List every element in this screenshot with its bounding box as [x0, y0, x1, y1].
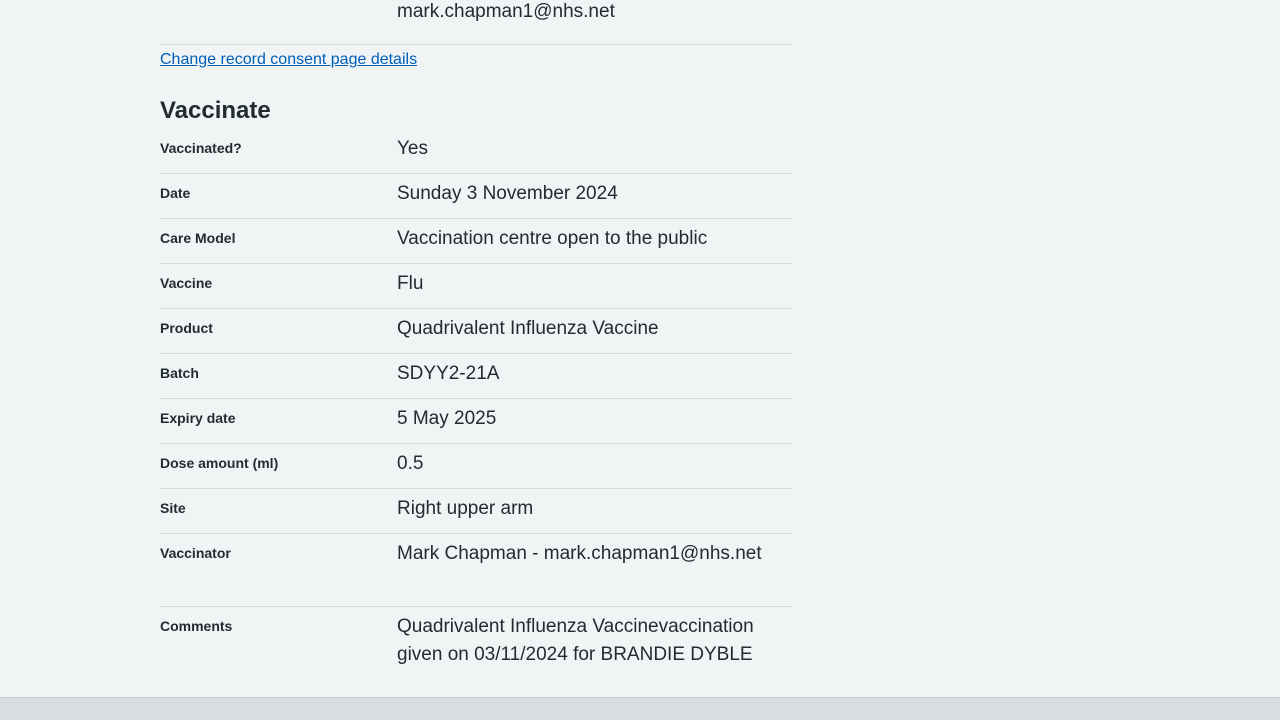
summary-value: Mark Chapman - mark.chapman1@nhs.net: [397, 543, 762, 564]
section-heading-vaccinate: Vaccinate: [160, 97, 271, 124]
summary-key: Comments: [160, 618, 233, 634]
summary-key: Expiry date: [160, 410, 236, 426]
summary-value: Yes: [397, 138, 428, 159]
summary-value: Quadrivalent Influenza Vaccinevaccinatio…: [397, 616, 754, 665]
summary-row-vaccine: Vaccine Flu: [160, 264, 792, 309]
summary-key: Batch: [160, 365, 199, 381]
summary-value: Flu: [397, 273, 424, 294]
summary-key: Dose amount (ml): [160, 455, 279, 471]
vaccinate-summary-list: Vaccinated? Yes Date Sunday 3 November 2…: [160, 129, 792, 708]
summary-row-batch: Batch SDYY2-21A: [160, 354, 792, 399]
summary-value: Quadrivalent Influenza Vaccine: [397, 318, 659, 339]
change-record-consent-link[interactable]: Change record consent page details: [160, 51, 417, 69]
bottom-bar: [0, 697, 1280, 720]
summary-value: 0.5: [397, 453, 424, 474]
summary-row-vaccinated: Vaccinated? Yes: [160, 129, 792, 174]
summary-value: SDYY2-21A: [397, 363, 500, 384]
summary-value: Right upper arm: [397, 498, 534, 519]
summary-row-site: Site Right upper arm: [160, 489, 792, 534]
summary-row-dose-amount: Dose amount (ml) 0.5: [160, 444, 792, 489]
summary-row-product: Product Quadrivalent Influenza Vaccine: [160, 309, 792, 354]
previous-summary-row: Mark Chapman - mark.chapman1@nhs.net: [160, 0, 792, 45]
previous-vaccinator-value: Mark Chapman - mark.chapman1@nhs.net: [397, 1, 615, 22]
summary-row-vaccinator: Vaccinator Mark Chapman - mark.chapman1@…: [160, 534, 792, 607]
summary-row-date: Date Sunday 3 November 2024: [160, 174, 792, 219]
summary-key: Product: [160, 320, 213, 336]
summary-row-care-model: Care Model Vaccination centre open to th…: [160, 219, 792, 264]
summary-row-expiry-date: Expiry date 5 May 2025: [160, 399, 792, 444]
summary-value: Vaccination centre open to the public: [397, 228, 708, 249]
summary-value: Sunday 3 November 2024: [397, 183, 618, 204]
summary-key: Date: [160, 185, 191, 201]
summary-key: Care Model: [160, 230, 236, 246]
summary-value: 5 May 2025: [397, 408, 497, 429]
summary-key: Vaccinated?: [160, 140, 242, 156]
summary-row-comments: Comments Quadrivalent Influenza Vaccinev…: [160, 607, 792, 708]
summary-key: Vaccine: [160, 275, 213, 291]
page: Mark Chapman - mark.chapman1@nhs.net Cha…: [0, 0, 1280, 720]
summary-key: Vaccinator: [160, 545, 231, 561]
summary-key: Site: [160, 500, 186, 516]
